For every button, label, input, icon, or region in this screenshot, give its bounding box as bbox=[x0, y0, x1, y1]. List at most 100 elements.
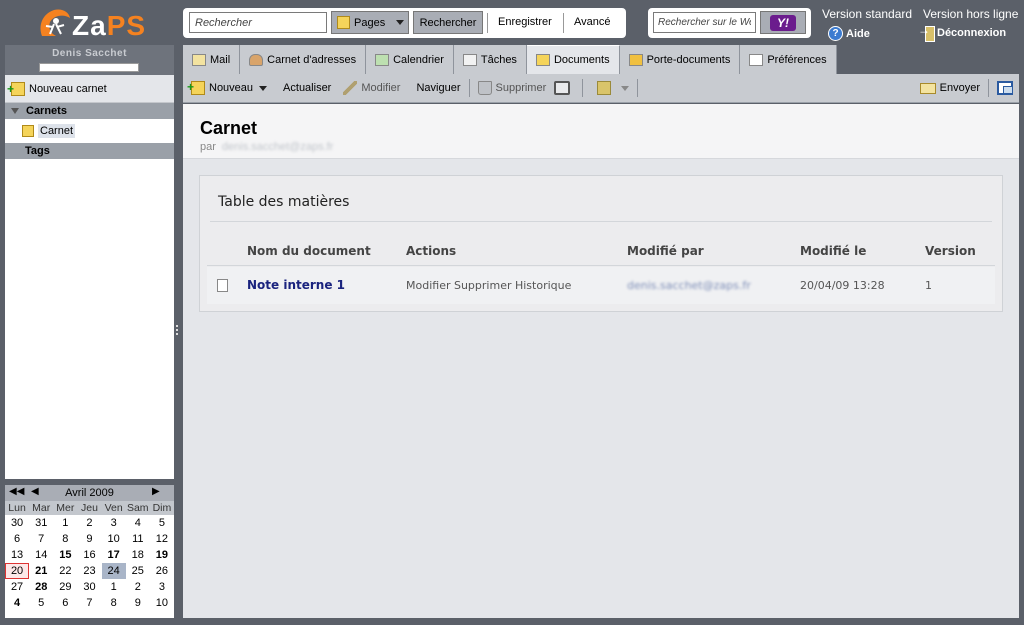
calendar-day[interactable]: 10 bbox=[102, 531, 126, 547]
user-name: Denis Sacchet bbox=[52, 48, 127, 59]
web-search-input[interactable] bbox=[653, 12, 756, 33]
calendar-day[interactable]: 12 bbox=[150, 531, 174, 547]
calendar-day[interactable]: 17 bbox=[102, 547, 126, 563]
column-header-modified-by[interactable]: Modifié par bbox=[627, 244, 704, 258]
move-to-briefcase-button[interactable] bbox=[597, 81, 630, 95]
calendar-day[interactable]: 5 bbox=[150, 515, 174, 531]
calendar-day[interactable]: 31 bbox=[29, 515, 53, 531]
calendar-day[interactable]: 1 bbox=[53, 515, 77, 531]
yahoo-search-button[interactable]: Y! bbox=[760, 11, 806, 34]
save-search-button[interactable]: Enregistrer bbox=[498, 16, 552, 28]
calendar-day[interactable]: 9 bbox=[126, 595, 150, 611]
new-notebook-icon bbox=[7, 81, 25, 96]
search-input[interactable] bbox=[189, 12, 327, 33]
collapse-triangle-icon[interactable] bbox=[11, 108, 19, 114]
calendar-day[interactable]: 2 bbox=[126, 579, 150, 595]
new-notebook-button[interactable]: Nouveau carnet bbox=[5, 75, 174, 103]
new-button[interactable]: Nouveau bbox=[187, 80, 268, 95]
calendar-day[interactable]: 8 bbox=[102, 595, 126, 611]
standard-version-link[interactable]: Version standard bbox=[822, 7, 912, 21]
weekday-label: Sam bbox=[126, 502, 149, 514]
chevron-down-icon[interactable] bbox=[621, 85, 630, 91]
calendar-day[interactable]: 7 bbox=[29, 531, 53, 547]
action-links[interactable]: Modifier Supprimer Historique bbox=[406, 279, 571, 292]
calendar-day[interactable]: 2 bbox=[77, 515, 101, 531]
browse-button[interactable]: Naviguer bbox=[416, 82, 460, 94]
calendar-icon bbox=[375, 53, 390, 66]
print-button[interactable] bbox=[554, 81, 574, 95]
column-header-version[interactable]: Version bbox=[925, 244, 976, 258]
calendar-day[interactable]: 19 bbox=[150, 547, 174, 563]
search-button[interactable]: Rechercher bbox=[413, 11, 483, 34]
calendar-day[interactable]: 23 bbox=[77, 563, 101, 579]
delete-label: Supprimer bbox=[495, 82, 547, 94]
calendar-day[interactable]: 3 bbox=[102, 515, 126, 531]
tab-tasks[interactable]: Tâches bbox=[453, 45, 527, 74]
calendar-day[interactable]: 8 bbox=[53, 531, 77, 547]
chevron-down-icon[interactable] bbox=[259, 85, 268, 91]
divider bbox=[637, 79, 639, 97]
divider bbox=[487, 13, 488, 33]
calendar-day[interactable]: 30 bbox=[5, 515, 29, 531]
version: 1 bbox=[925, 279, 932, 292]
calendar-day[interactable]: 6 bbox=[53, 595, 77, 611]
calendar-day[interactable]: 4 bbox=[126, 515, 150, 531]
main-content: Carnet par denis.sacchet@zaps.fr Table de… bbox=[183, 104, 1019, 618]
calendar-day[interactable]: 4 bbox=[5, 595, 29, 611]
logo-emblem-icon bbox=[40, 9, 70, 37]
calendar-day[interactable]: 25 bbox=[126, 563, 150, 579]
modified-by-link[interactable]: denis.sacchet@zaps.fr bbox=[627, 279, 751, 292]
calendar-day[interactable]: 13 bbox=[5, 547, 29, 563]
calendar-day[interactable]: 24 bbox=[101, 563, 126, 579]
calendar-day[interactable]: 3 bbox=[150, 579, 174, 595]
tab-mail[interactable]: Mail bbox=[183, 45, 241, 74]
calendar-day[interactable]: 16 bbox=[77, 547, 101, 563]
calendar-day[interactable]: 18 bbox=[126, 547, 150, 563]
calendar-day[interactable]: 29 bbox=[53, 579, 77, 595]
document-link[interactable]: Note interne 1 bbox=[247, 278, 345, 292]
logout-link[interactable]: Déconnexion bbox=[918, 23, 1006, 42]
search-scope-dropdown[interactable]: Pages bbox=[331, 11, 409, 34]
calendar-day[interactable]: 21 bbox=[29, 563, 53, 579]
send-label: Envoyer bbox=[939, 82, 980, 94]
notebooks-header[interactable]: Carnets bbox=[5, 103, 174, 119]
sidebar-item-carnet[interactable]: Carnet bbox=[5, 119, 174, 143]
refresh-button[interactable]: Actualiser bbox=[283, 82, 331, 94]
tab-preferences[interactable]: Préférences bbox=[740, 45, 837, 74]
delete-button[interactable]: Supprimer bbox=[477, 81, 547, 95]
calendar-day[interactable]: 6 bbox=[5, 531, 29, 547]
tab-calendar[interactable]: Calendrier bbox=[366, 45, 454, 74]
calendar-day[interactable]: 15 bbox=[53, 547, 77, 563]
calendar-day[interactable]: 5 bbox=[29, 595, 53, 611]
edit-button[interactable]: Modifier bbox=[343, 81, 400, 95]
advanced-search-button[interactable]: Avancé bbox=[574, 16, 611, 28]
calendar-day[interactable]: 26 bbox=[150, 563, 174, 579]
tab-contacts[interactable]: Carnet d'adresses bbox=[240, 45, 367, 74]
edit-label: Modifier bbox=[361, 82, 401, 94]
calendar-day[interactable]: 30 bbox=[77, 579, 101, 595]
tab-briefcase[interactable]: Porte-documents bbox=[619, 45, 741, 74]
calendar-day[interactable]: 14 bbox=[29, 547, 53, 563]
calendar-day[interactable]: 28 bbox=[29, 579, 53, 595]
calendar-day[interactable]: 1 bbox=[102, 579, 126, 595]
help-link[interactable]: ? Aide bbox=[828, 26, 870, 41]
calendar-day[interactable]: 7 bbox=[77, 595, 101, 611]
detach-window-button[interactable] bbox=[997, 81, 1019, 95]
column-header-name[interactable]: Nom du document bbox=[247, 244, 371, 258]
column-header-modified-on[interactable]: Modifié le bbox=[800, 244, 866, 258]
detach-window-icon bbox=[997, 81, 1013, 95]
next-month-icon[interactable]: ▶ bbox=[152, 486, 160, 497]
calendar-day[interactable]: 22 bbox=[53, 563, 77, 579]
calendar-day[interactable]: 20 bbox=[5, 563, 30, 579]
sidebar-resize-handle[interactable] bbox=[176, 325, 179, 339]
offline-version-link[interactable]: Version hors ligne bbox=[923, 7, 1018, 21]
tags-header[interactable]: Tags bbox=[5, 143, 174, 159]
send-button[interactable]: Envoyer bbox=[919, 82, 980, 94]
new-label: Nouveau bbox=[209, 82, 254, 94]
calendar-day[interactable]: 27 bbox=[5, 579, 29, 595]
tab-documents[interactable]: Documents bbox=[526, 45, 620, 74]
calendar-day[interactable]: 10 bbox=[150, 595, 174, 611]
calendar-day[interactable]: 9 bbox=[77, 531, 101, 547]
help-icon: ? bbox=[828, 26, 843, 41]
calendar-day[interactable]: 11 bbox=[126, 531, 150, 547]
